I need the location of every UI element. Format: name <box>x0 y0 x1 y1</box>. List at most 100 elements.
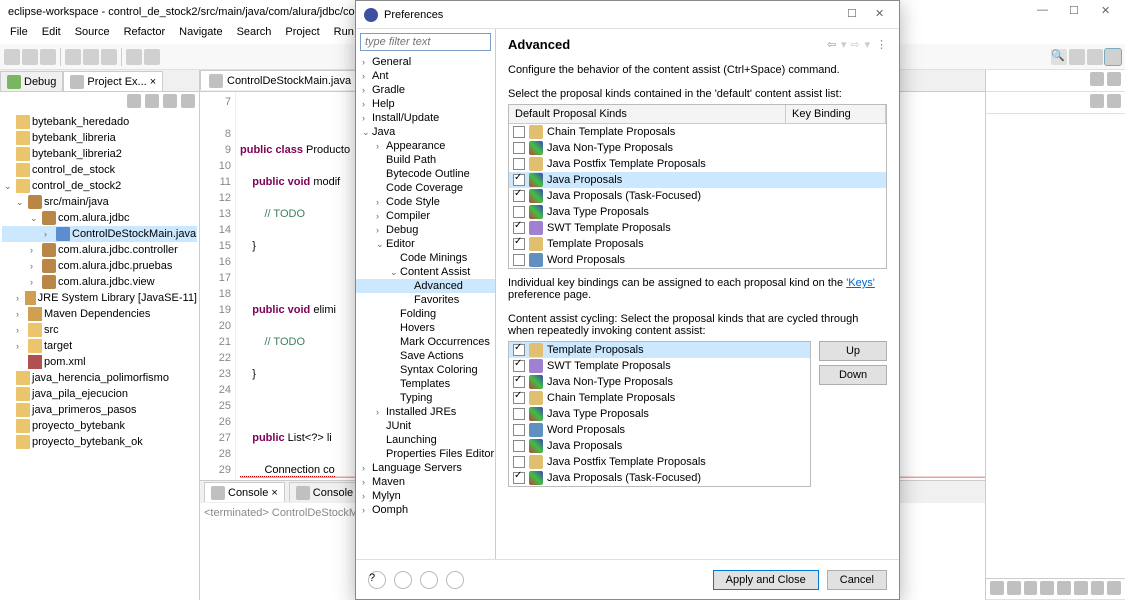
cycle-row[interactable]: Java Type Proposals <box>509 406 810 422</box>
export-icon[interactable] <box>420 571 438 589</box>
proposal-row[interactable]: Java Non-Type Proposals <box>509 140 886 156</box>
tree-package[interactable]: ›com.alura.jdbc.pruebas <box>2 258 197 274</box>
coverage-icon[interactable] <box>101 49 117 65</box>
nav-jres[interactable]: ›Installed JREs <box>356 405 495 419</box>
proposal-row[interactable]: Template Proposals <box>509 236 886 252</box>
saveall-icon[interactable] <box>40 49 56 65</box>
nav-ant[interactable]: ›Ant <box>356 69 495 83</box>
menu-refactor[interactable]: Refactor <box>118 24 172 44</box>
nav-hovers[interactable]: Hovers <box>356 321 495 335</box>
save-icon[interactable] <box>22 49 38 65</box>
maximize-icon[interactable]: ☐ <box>1069 4 1085 20</box>
cancel-button[interactable]: Cancel <box>827 570 887 590</box>
java-perspective-icon[interactable] <box>1087 49 1103 65</box>
minimize-view-icon[interactable] <box>1090 72 1104 86</box>
tree-project[interactable]: java_pila_ejecucion <box>2 386 197 402</box>
tab-console-2[interactable]: Console <box>289 482 360 502</box>
tree-project[interactable]: control_de_stock <box>2 162 197 178</box>
checkbox[interactable] <box>513 360 525 372</box>
open-perspective-icon[interactable] <box>1069 49 1085 65</box>
filter-icon[interactable] <box>163 94 177 108</box>
cycle-row[interactable]: SWT Template Proposals <box>509 358 810 374</box>
nav-help[interactable]: ›Help <box>356 97 495 111</box>
proposal-row[interactable]: Chain Template Proposals <box>509 124 886 140</box>
maximize-view-icon[interactable] <box>1107 72 1121 86</box>
search-icon[interactable]: 🔍 <box>1051 49 1067 65</box>
tab-project-explorer[interactable]: Project Ex... × <box>63 71 163 91</box>
proposal-row[interactable]: Java Proposals (Task-Focused) <box>509 188 886 204</box>
tree-project[interactable]: proyecto_bytebank <box>2 418 197 434</box>
menu-search[interactable]: Search <box>231 24 278 44</box>
tree-source-folder[interactable]: ⌄src/main/java <box>2 194 197 210</box>
nav-syntax[interactable]: Syntax Coloring <box>356 363 495 377</box>
tree-folder[interactable]: ›src <box>2 322 197 338</box>
link-editor-icon[interactable] <box>145 94 159 108</box>
menu-file[interactable]: File <box>4 24 34 44</box>
checkbox[interactable] <box>513 142 525 154</box>
nav-install[interactable]: ›Install/Update <box>356 111 495 125</box>
th-kinds[interactable]: Default Proposal Kinds <box>509 105 786 123</box>
nav-launching[interactable]: Launching <box>356 433 495 447</box>
apply-close-button[interactable]: Apply and Close <box>713 570 819 590</box>
proposal-row[interactable]: Java Type Proposals <box>509 204 886 220</box>
proposal-row[interactable]: Java Proposals <box>509 172 886 188</box>
nav-mylyn[interactable]: ›Mylyn <box>356 489 495 503</box>
nav-appearance[interactable]: ›Appearance <box>356 139 495 153</box>
th-binding[interactable]: Key Binding <box>786 105 886 123</box>
keys-link[interactable]: 'Keys' <box>846 277 875 289</box>
nav-langserv[interactable]: ›Language Servers <box>356 461 495 475</box>
tab-console[interactable]: Console× <box>204 482 285 502</box>
checkbox[interactable] <box>513 456 525 468</box>
checkbox[interactable] <box>513 190 525 202</box>
tree-pom-file[interactable]: pom.xml <box>2 354 197 370</box>
tool-icon[interactable] <box>1074 581 1088 595</box>
editor-tab[interactable]: ControlDeStockMain.java <box>200 70 360 90</box>
task-icon[interactable] <box>1107 94 1121 108</box>
menu-dots-icon[interactable]: ⋮ <box>876 38 887 51</box>
nav-codestyle[interactable]: ›Code Style <box>356 195 495 209</box>
debug-perspective-icon[interactable] <box>1105 49 1121 65</box>
checkbox[interactable] <box>513 158 525 170</box>
nav-typing[interactable]: Typing <box>356 391 495 405</box>
checkbox[interactable] <box>513 238 525 250</box>
nav-oomph[interactable]: ›Oomph <box>356 503 495 517</box>
outline-icon[interactable] <box>1090 94 1104 108</box>
help-icon[interactable]: ? <box>368 571 386 589</box>
nav-markocc[interactable]: Mark Occurrences <box>356 335 495 349</box>
down-button[interactable]: Down <box>819 365 887 385</box>
tree-package[interactable]: ›com.alura.jdbc.controller <box>2 242 197 258</box>
proposal-row[interactable]: Word Proposals <box>509 252 886 268</box>
tree-project[interactable]: bytebank_libreria <box>2 130 197 146</box>
tree-java-file[interactable]: ›ControlDeStockMain.java <box>2 226 197 242</box>
nav-coverage[interactable]: Code Coverage <box>356 181 495 195</box>
preferences-tree[interactable]: ›General ›Ant ›Gradle ›Help ›Install/Upd… <box>356 55 495 559</box>
nav-buildpath[interactable]: Build Path <box>356 153 495 167</box>
tab-debug[interactable]: Debug <box>0 71 63 91</box>
proposal-row[interactable]: SWT Template Proposals <box>509 220 886 236</box>
menu-project[interactable]: Project <box>279 24 325 44</box>
checkbox[interactable] <box>513 424 525 436</box>
tree-project[interactable]: bytebank_heredado <box>2 114 197 130</box>
dialog-close-icon[interactable]: ✕ <box>875 7 891 23</box>
cycle-row[interactable]: Java Non-Type Proposals <box>509 374 810 390</box>
nav-editor[interactable]: ⌄Editor <box>356 237 495 251</box>
checkbox[interactable] <box>513 392 525 404</box>
menu-navigate[interactable]: Navigate <box>173 24 228 44</box>
tree-project[interactable]: proyecto_bytebank_ok <box>2 434 197 450</box>
tool-icon[interactable] <box>1057 581 1071 595</box>
checkbox[interactable] <box>513 254 525 266</box>
new-package-icon[interactable] <box>144 49 160 65</box>
nav-saveactions[interactable]: Save Actions <box>356 349 495 363</box>
cycle-row[interactable]: Chain Template Proposals <box>509 390 810 406</box>
new-class-icon[interactable] <box>126 49 142 65</box>
forward-icon[interactable]: ⇨ <box>850 38 864 52</box>
nav-general[interactable]: ›General <box>356 55 495 69</box>
checkbox[interactable] <box>513 408 525 420</box>
close-icon[interactable]: ✕ <box>1101 4 1117 20</box>
cycle-row[interactable]: Java Proposals (Task-Focused) <box>509 470 810 486</box>
cycle-row[interactable]: Java Proposals <box>509 438 810 454</box>
nav-junit[interactable]: JUnit <box>356 419 495 433</box>
checkbox[interactable] <box>513 222 525 234</box>
nav-folding[interactable]: Folding <box>356 307 495 321</box>
nav-compiler[interactable]: ›Compiler <box>356 209 495 223</box>
